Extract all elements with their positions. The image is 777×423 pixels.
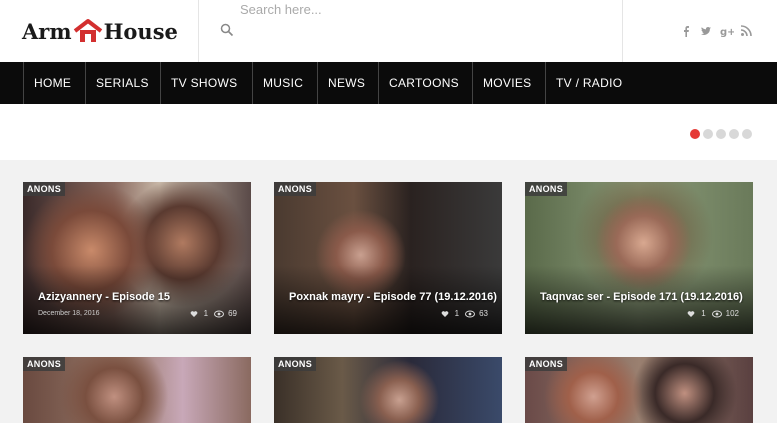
anons-badge: ANONS — [274, 357, 317, 371]
twitter-icon[interactable] — [700, 24, 712, 36]
logo-text-house: House — [103, 18, 178, 44]
nav-item-home[interactable]: HOME — [23, 62, 85, 104]
nav-item-label: MUSIC — [263, 76, 304, 90]
nav-item-label: SERIALS — [96, 76, 149, 90]
nav-item-serials[interactable]: SERIALS — [85, 62, 160, 104]
video-stats: 1 69 — [190, 309, 237, 318]
slider-dot[interactable] — [690, 129, 700, 139]
slider-pagination — [690, 129, 752, 139]
heart-icon — [190, 310, 198, 318]
video-title[interactable]: Taqnvac ser - Episode 171 (19.12.2016) — [540, 291, 749, 303]
anons-badge: ANONS — [525, 182, 568, 196]
eye-icon — [465, 310, 476, 318]
rss-icon[interactable] — [740, 24, 752, 37]
social-links: g+ — [680, 24, 752, 38]
slider-dot[interactable] — [703, 129, 713, 139]
nav-item-label: MOVIES — [483, 76, 532, 90]
video-title[interactable]: Poxnak mayry - Episode 77 (19.12.2016) — [289, 291, 498, 303]
anons-badge: ANONS — [23, 182, 66, 196]
header-divider — [622, 0, 623, 62]
video-date: December 18, 2016 — [38, 310, 100, 317]
svg-text:g+: g+ — [720, 27, 734, 37]
anons-badge: ANONS — [274, 182, 317, 196]
nav-item-tv-radio[interactable]: TV / RADIO — [545, 62, 635, 104]
video-card[interactable]: ANONS Taqnvac ser - Episode 171 (19.12.2… — [525, 182, 753, 334]
main-navigation: HOME SERIALS TV SHOWS MUSIC NEWS CARTOON… — [0, 62, 777, 104]
video-card[interactable]: ANONS — [274, 357, 502, 423]
house-roof-icon — [73, 18, 103, 44]
nav-item-label: NEWS — [328, 76, 366, 90]
view-count: 69 — [228, 309, 237, 318]
video-card[interactable]: ANONS Poxnak mayry - Episode 77 (19.12.2… — [274, 182, 502, 334]
slider-dot[interactable] — [742, 129, 752, 139]
logo-text-arm: Arm — [22, 18, 72, 44]
nav-item-label: HOME — [34, 76, 72, 90]
slider-dot[interactable] — [716, 129, 726, 139]
search-box — [200, 0, 620, 62]
google-plus-icon[interactable]: g+ — [720, 24, 736, 38]
nav-item-music[interactable]: MUSIC — [252, 62, 317, 104]
video-card[interactable]: ANONS Azizyannery - Episode 15 December … — [23, 182, 251, 334]
nav-item-tv-shows[interactable]: TV SHOWS — [160, 62, 252, 104]
video-card[interactable]: ANONS — [525, 357, 753, 423]
video-title[interactable]: Azizyannery - Episode 15 — [38, 291, 247, 303]
nav-item-movies[interactable]: MOVIES — [472, 62, 545, 104]
eye-icon — [214, 310, 225, 318]
nav-item-news[interactable]: NEWS — [317, 62, 378, 104]
nav-item-label: TV / RADIO — [556, 76, 623, 90]
header-divider — [198, 0, 199, 62]
like-count: 1 — [701, 309, 706, 318]
search-icon[interactable] — [220, 23, 234, 37]
facebook-icon[interactable] — [680, 24, 692, 37]
heart-icon — [441, 310, 449, 318]
site-header: Arm House g+ — [0, 0, 777, 62]
anons-badge: ANONS — [23, 357, 66, 371]
nav-item-label: CARTOONS — [389, 76, 459, 90]
video-card[interactable]: ANONS — [23, 357, 251, 423]
video-stats: 1 63 — [441, 309, 488, 318]
nav-item-label: TV SHOWS — [171, 76, 238, 90]
video-stats: 1 102 — [687, 309, 739, 318]
slider-dot[interactable] — [729, 129, 739, 139]
slider-band — [0, 104, 777, 160]
view-count: 63 — [479, 309, 488, 318]
anons-badge: ANONS — [525, 357, 568, 371]
heart-icon — [687, 310, 695, 318]
view-count: 102 — [725, 309, 739, 318]
search-input[interactable] — [240, 0, 600, 18]
like-count: 1 — [454, 309, 460, 318]
eye-icon — [711, 310, 722, 318]
site-logo[interactable]: Arm House — [22, 14, 182, 48]
like-count: 1 — [203, 309, 209, 318]
nav-item-cartoons[interactable]: CARTOONS — [378, 62, 472, 104]
